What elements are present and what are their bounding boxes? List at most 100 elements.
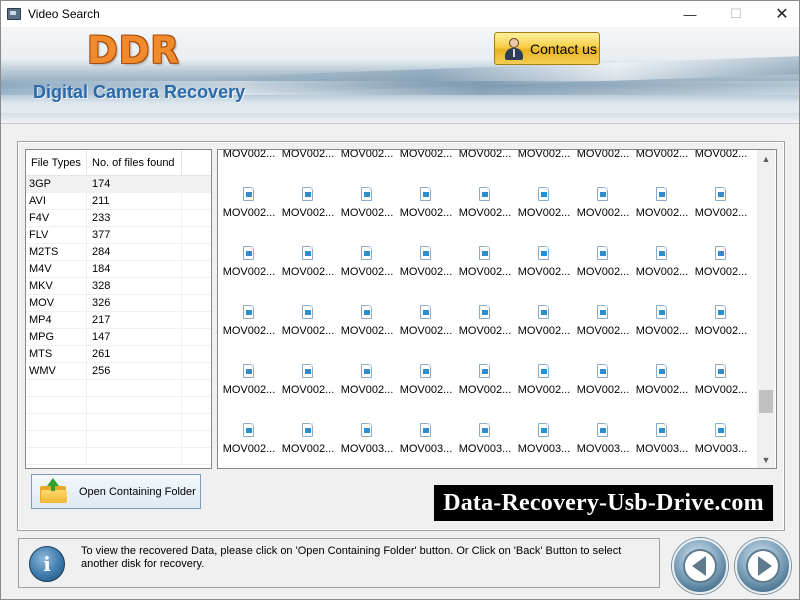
file-name-label: MOV002...	[222, 207, 276, 219]
file-name-label: MOV002...	[281, 207, 335, 219]
video-file-icon	[538, 187, 549, 201]
recovered-files-view: MOV002... MOV002... MOV002... MOV002... MOV0…	[217, 149, 777, 469]
column-header-file-types[interactable]: File Types	[26, 150, 87, 175]
file-type-cell	[26, 448, 87, 464]
file-type-cell: F4V	[26, 210, 87, 226]
file-item[interactable]: MOV002...	[277, 150, 336, 455]
back-button[interactable]	[672, 538, 728, 594]
application-window: Video Search — ☐ ✕ DDR Digital Camera Re…	[0, 0, 800, 600]
video-file-icon	[597, 246, 608, 260]
table-row[interactable]: MKV 328	[26, 278, 211, 295]
video-file-icon	[479, 364, 490, 378]
file-name-label: MOV002...	[281, 325, 335, 337]
video-file-icon	[715, 364, 726, 378]
file-count-cell: 261	[87, 346, 182, 362]
table-row	[26, 397, 211, 414]
file-name-label: MOV002...	[222, 384, 276, 396]
file-name-label: MOV002...	[340, 266, 394, 278]
file-type-cell: MP4	[26, 312, 87, 328]
video-file-icon	[656, 187, 667, 201]
file-item[interactable]: MOV003...	[454, 150, 513, 455]
banner-decoration	[1, 113, 799, 123]
file-count-cell: 211	[87, 193, 182, 209]
file-name-label: MOV002...	[517, 207, 571, 219]
scroll-thumb[interactable]	[759, 390, 773, 413]
file-item[interactable]: MOV003...	[690, 150, 749, 455]
table-row[interactable]: M4V 184	[26, 261, 211, 278]
file-count-cell	[87, 380, 182, 396]
file-grid-scrollbar[interactable]: ▲ ▼	[757, 150, 775, 468]
table-row[interactable]: MTS 261	[26, 346, 211, 363]
file-name-label: MOV003...	[458, 443, 512, 455]
file-name-label: MOV002...	[458, 266, 512, 278]
video-file-icon	[597, 187, 608, 201]
scroll-down-icon[interactable]: ▼	[757, 451, 775, 468]
video-file-icon	[302, 364, 313, 378]
table-row[interactable]: MOV 326	[26, 295, 211, 312]
file-name-label: MOV002...	[340, 384, 394, 396]
file-name-label: MOV002...	[399, 384, 453, 396]
file-count-cell	[87, 397, 182, 413]
column-header-files-found[interactable]: No. of files found	[87, 150, 182, 175]
file-count-cell	[87, 448, 182, 464]
video-file-icon	[538, 305, 549, 319]
file-name-label: MOV003...	[399, 443, 453, 455]
close-button[interactable]: ✕	[759, 1, 799, 27]
file-name-label: MOV002...	[694, 207, 748, 219]
open-containing-folder-button[interactable]: Open Containing Folder	[31, 474, 201, 509]
file-count-cell: 328	[87, 278, 182, 294]
file-count-cell: 147	[87, 329, 182, 345]
table-row[interactable]: MP4 217	[26, 312, 211, 329]
table-row[interactable]: M2TS 284	[26, 244, 211, 261]
file-item[interactable]: MOV003...	[336, 150, 395, 455]
file-name-label: MOV002...	[576, 325, 630, 337]
table-row[interactable]: FLV 377	[26, 227, 211, 244]
file-type-cell	[26, 397, 87, 413]
table-row[interactable]: F4V 233	[26, 210, 211, 227]
video-file-icon	[302, 423, 313, 437]
video-file-icon	[656, 305, 667, 319]
file-name-label: MOV003...	[340, 443, 394, 455]
video-file-icon	[420, 187, 431, 201]
video-file-icon	[715, 246, 726, 260]
file-name-label: MOV003...	[694, 443, 748, 455]
table-row[interactable]: MPG 147	[26, 329, 211, 346]
file-item[interactable]: MOV003...	[631, 150, 690, 455]
table-row	[26, 448, 211, 465]
contact-person-icon	[503, 37, 525, 61]
file-name-label: MOV003...	[517, 443, 571, 455]
table-row[interactable]: WMV 256	[26, 363, 211, 380]
file-count-cell	[87, 414, 182, 430]
file-name-label: MOV002...	[694, 384, 748, 396]
file-name-label: MOV002...	[399, 207, 453, 219]
next-button[interactable]	[735, 538, 791, 594]
file-name-label: MOV002...	[576, 384, 630, 396]
file-count-cell: 217	[87, 312, 182, 328]
contact-us-button[interactable]: Contact us	[494, 32, 600, 65]
ddr-logo: DDR	[87, 29, 180, 72]
maximize-button[interactable]: ☐	[713, 1, 759, 27]
file-item[interactable]: MOV003...	[395, 150, 454, 455]
title-bar: Video Search — ☐ ✕	[1, 1, 799, 27]
video-file-icon	[715, 187, 726, 201]
file-name-label: MOV002...	[517, 325, 571, 337]
minimize-button[interactable]: —	[667, 1, 713, 27]
back-arrow-icon	[683, 549, 717, 583]
table-row[interactable]: 3GP 174	[26, 176, 211, 193]
file-name-label: MOV003...	[576, 443, 630, 455]
file-item[interactable]: MOV002...	[218, 150, 277, 455]
video-file-icon	[538, 364, 549, 378]
table-row[interactable]: AVI 211	[26, 193, 211, 210]
file-name-label: MOV002...	[458, 384, 512, 396]
file-type-cell: MTS	[26, 346, 87, 362]
video-file-icon	[538, 423, 549, 437]
file-name-label: MOV002...	[458, 325, 512, 337]
file-item[interactable]: MOV003...	[572, 150, 631, 455]
app-icon	[7, 8, 21, 20]
file-item[interactable]: MOV003...	[513, 150, 572, 455]
video-file-icon	[420, 246, 431, 260]
file-name-label: MOV002...	[517, 266, 571, 278]
table-body: 3GP 174 AVI 211 F4V 233 FLV 377 M2TS 284 M4V 184 MKV…	[26, 176, 211, 465]
scroll-up-icon[interactable]: ▲	[757, 150, 775, 167]
file-count-cell: 326	[87, 295, 182, 311]
